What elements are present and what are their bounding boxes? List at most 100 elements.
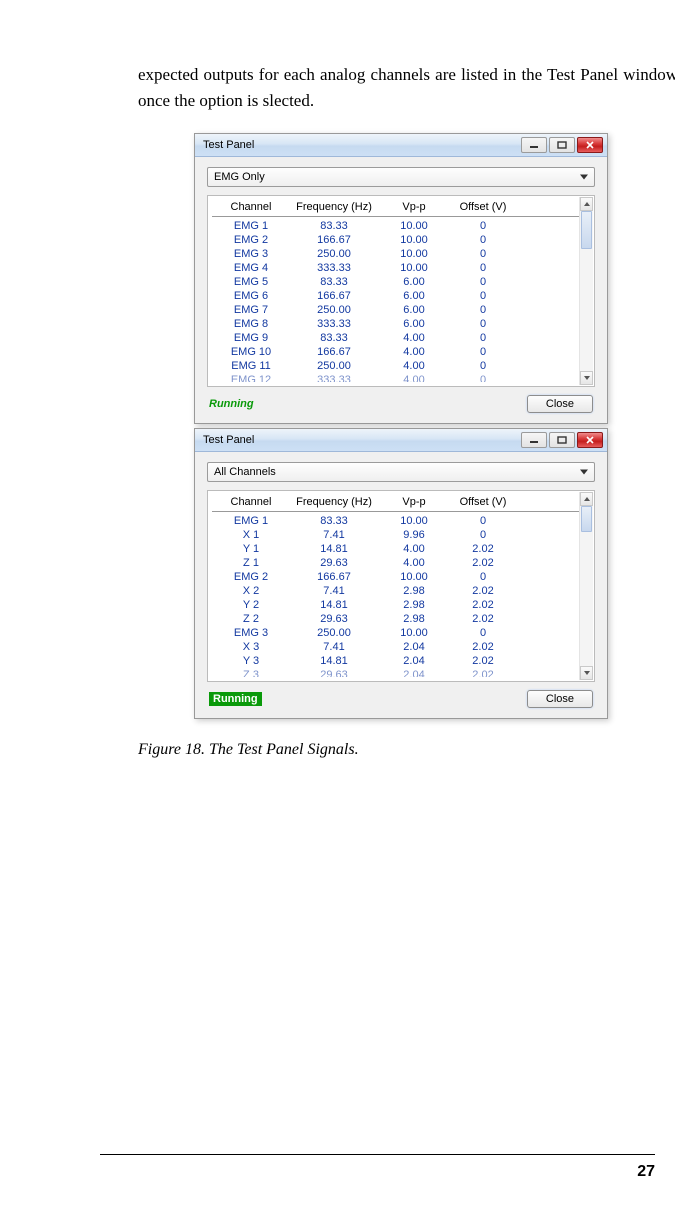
cell: 2.98 [380, 599, 448, 611]
close-window-button[interactable] [577, 137, 603, 153]
cell: 10.00 [380, 248, 448, 260]
table-row: Z 129.634.002.02 [212, 556, 580, 570]
cell: Y 2 [214, 599, 288, 611]
cell: EMG 12 [214, 374, 288, 382]
mode-dropdown[interactable]: All Channels [207, 462, 595, 482]
table-row: EMG 983.334.000 [212, 331, 580, 345]
table-header-row: ChannelFrequency (Hz)Vp-pOffset (V) [212, 200, 580, 217]
column-header: Frequency (Hz) [288, 201, 380, 213]
mode-dropdown-value: EMG Only [214, 171, 265, 183]
cell: 10.00 [380, 515, 448, 527]
test-panel-window: Test Panel EMG Only ChannelFrequency (Hz)V… [194, 133, 608, 424]
window-title: Test Panel [203, 434, 254, 446]
cell: 0 [448, 515, 518, 527]
table-row: EMG 11250.004.000 [212, 359, 580, 373]
cell: EMG 11 [214, 360, 288, 372]
table-row: Z 229.632.982.02 [212, 612, 580, 626]
maximize-button[interactable] [549, 432, 575, 448]
cell: 14.81 [288, 599, 380, 611]
cell: 0 [448, 571, 518, 583]
cell: 2.02 [448, 585, 518, 597]
cell: 0 [448, 220, 518, 232]
scrollbar-thumb[interactable] [581, 211, 592, 249]
scroll-down-button[interactable] [580, 666, 593, 680]
table-row: EMG 8333.336.000 [212, 317, 580, 331]
table-row: EMG 7250.006.000 [212, 303, 580, 317]
maximize-button[interactable] [549, 137, 575, 153]
cell: 10.00 [380, 234, 448, 246]
table-row: EMG 3250.0010.000 [212, 247, 580, 261]
body-paragraph: expected outputs for each analog channel… [138, 62, 675, 113]
cell: 0 [448, 248, 518, 260]
page-number: 27 [637, 1163, 655, 1180]
cell: 0 [448, 529, 518, 541]
cell: Y 3 [214, 655, 288, 667]
close-button[interactable]: Close [527, 395, 593, 413]
cell: EMG 3 [214, 627, 288, 639]
window-titlebar[interactable]: Test Panel [195, 429, 607, 452]
test-panel-window: Test Panel All Channels ChannelFrequency (… [194, 428, 608, 719]
cell: 333.33 [288, 318, 380, 330]
vertical-scrollbar[interactable] [579, 492, 593, 680]
table-row: Y 314.812.042.02 [212, 654, 580, 668]
cell: Z 3 [214, 669, 288, 677]
table-row: EMG 183.3310.000 [212, 219, 580, 233]
table-header-row: ChannelFrequency (Hz)Vp-pOffset (V) [212, 495, 580, 512]
minimize-button[interactable] [521, 432, 547, 448]
cell: 14.81 [288, 655, 380, 667]
table-row: X 37.412.042.02 [212, 640, 580, 654]
cell: 29.63 [288, 557, 380, 569]
cell: EMG 2 [214, 571, 288, 583]
close-window-button[interactable] [577, 432, 603, 448]
close-button[interactable]: Close [527, 690, 593, 708]
cell: 7.41 [288, 585, 380, 597]
cell: 2.02 [448, 613, 518, 625]
minimize-button[interactable] [521, 137, 547, 153]
scroll-up-button[interactable] [580, 197, 593, 211]
window-titlebar[interactable]: Test Panel [195, 134, 607, 157]
scrollbar-thumb[interactable] [581, 506, 592, 532]
column-header: Vp-p [380, 496, 448, 508]
cell: 83.33 [288, 515, 380, 527]
cell: 166.67 [288, 346, 380, 358]
table-row: X 27.412.982.02 [212, 584, 580, 598]
vertical-scrollbar[interactable] [579, 197, 593, 385]
cell: 7.41 [288, 529, 380, 541]
cell: EMG 10 [214, 346, 288, 358]
table-row: Y 214.812.982.02 [212, 598, 580, 612]
column-header: Frequency (Hz) [288, 496, 380, 508]
scroll-down-button[interactable] [580, 371, 593, 385]
scroll-up-button[interactable] [580, 492, 593, 506]
cell: 14.81 [288, 543, 380, 555]
cell: 0 [448, 332, 518, 344]
cell: 166.67 [288, 234, 380, 246]
cell: 4.00 [380, 360, 448, 372]
cell: 2.02 [448, 557, 518, 569]
cell: 83.33 [288, 332, 380, 344]
cell: 2.02 [448, 543, 518, 555]
cell: 10.00 [380, 220, 448, 232]
table-row: EMG 2166.6710.000 [212, 570, 580, 584]
cell: 2.02 [448, 669, 518, 677]
cell: 6.00 [380, 304, 448, 316]
cell: 2.98 [380, 585, 448, 597]
cell: 7.41 [288, 641, 380, 653]
cell: 4.00 [380, 543, 448, 555]
cell: 10.00 [380, 262, 448, 274]
cell: 250.00 [288, 627, 380, 639]
cell: EMG 1 [214, 220, 288, 232]
cell: X 3 [214, 641, 288, 653]
cell: 0 [448, 318, 518, 330]
mode-dropdown[interactable]: EMG Only [207, 167, 595, 187]
cell: EMG 6 [214, 290, 288, 302]
cell: 0 [448, 262, 518, 274]
table-row: X 17.419.960 [212, 528, 580, 542]
page-footer: 27 [100, 1154, 655, 1181]
cell: 9.96 [380, 529, 448, 541]
cell: 2.02 [448, 655, 518, 667]
cell: 166.67 [288, 290, 380, 302]
table-row: EMG 3250.0010.000 [212, 626, 580, 640]
cell: 0 [448, 304, 518, 316]
cell: 0 [448, 360, 518, 372]
cell: 6.00 [380, 318, 448, 330]
